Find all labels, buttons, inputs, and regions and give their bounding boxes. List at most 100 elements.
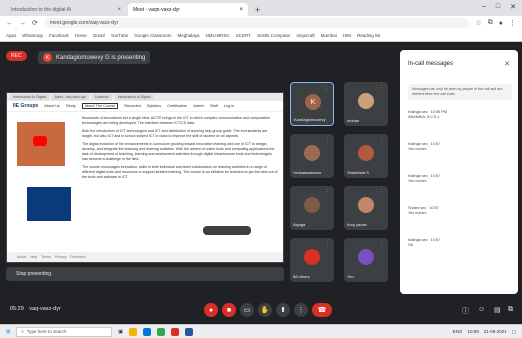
chat-sender: Kalinga sec — [408, 238, 428, 242]
participant-tile[interactable]: ⋮ Venkataramana — [290, 134, 334, 178]
participant-tile[interactable]: ⋮ Shanthala S — [344, 134, 388, 178]
bookmark-item[interactable]: HIM — [343, 33, 351, 38]
people-icon[interactable]: ☺ — [478, 306, 485, 313]
browser-tab-meet[interactable]: Meet - vaqn-vaxz-dyr × — [128, 3, 248, 16]
participant-name: You — [347, 274, 354, 279]
mic-off-icon[interactable]: ● — [204, 303, 218, 317]
more-icon[interactable]: ⋮ — [325, 241, 330, 247]
minimize-button[interactable]: – — [482, 3, 486, 11]
chat-note: Messages can only be seen by people in t… — [408, 84, 512, 100]
participant-tile[interactable]: ⋮ 58 others — [290, 238, 334, 282]
footer-link: Feedback — [70, 255, 86, 259]
bookmark-item[interactable]: SCERT — [236, 33, 251, 38]
bookmark-item[interactable]: Srishti Computer — [257, 33, 291, 38]
meeting-code: vaq-vaxz-dyr — [29, 306, 61, 312]
taskbar-search[interactable]: ⌕ Type here to search — [16, 326, 113, 337]
taskbar-time[interactable]: 10:59 — [467, 329, 478, 335]
bookmark-item[interactable]: Gmail — [93, 33, 105, 38]
presentation-controls[interactable] — [203, 226, 251, 235]
shared-nav-item: Certification — [167, 104, 188, 108]
present-icon[interactable]: ⬆ — [276, 303, 290, 317]
chrome-icon[interactable] — [156, 327, 165, 336]
close-tab-icon[interactable]: × — [117, 7, 121, 13]
reload-icon[interactable]: ⟳ — [32, 19, 38, 27]
close-window-button[interactable]: ✕ — [510, 3, 516, 11]
presenter-banner: K Kandagiomuwevy G is presenting — [38, 51, 151, 64]
more-icon[interactable]: ⋮ — [379, 85, 384, 91]
menu-icon[interactable]: ⋮ — [509, 19, 516, 27]
shared-nav-item: Syllabus — [146, 104, 162, 108]
chat-sender: Kalinga sec — [408, 142, 428, 146]
bookmark-item[interactable]: Home — [75, 33, 87, 38]
shared-nav-item: Admin — [193, 104, 205, 108]
forward-icon[interactable]: → — [19, 20, 26, 27]
more-icon[interactable]: ⋮ — [379, 137, 384, 143]
word-icon[interactable] — [184, 327, 193, 336]
page-paragraph: Both the introduction of ICT technologie… — [82, 129, 268, 138]
notification-icon[interactable]: ▢ — [512, 329, 516, 335]
meeting-clock: 05:29 vaq-vaxz-dyr — [10, 306, 61, 312]
more-icon[interactable]: ⋮ — [379, 189, 384, 195]
chat-time: 10:57 — [430, 142, 441, 146]
bookmark-item[interactable]: ninjacraft — [296, 33, 314, 38]
shared-nav-item: About The Course — [81, 103, 119, 109]
bookmark-item[interactable]: NMU-BRSC — [206, 33, 230, 38]
close-tab-icon[interactable]: × — [239, 7, 243, 13]
bookmark-item[interactable]: Reading list — [357, 33, 381, 38]
bookmark-item[interactable]: YouTube — [111, 33, 129, 38]
avatar — [358, 249, 374, 265]
edge-icon[interactable] — [142, 327, 151, 336]
windows-start-icon[interactable]: ⊞ — [6, 329, 10, 335]
participant-tile[interactable]: K ⋮ Kandagiomuwevy — [290, 82, 334, 126]
participant-name: Kandagiomuwevy — [294, 117, 326, 122]
close-icon[interactable]: ✕ — [504, 60, 510, 68]
participant-tile[interactable]: ⋮ Anuj yadav — [344, 186, 388, 230]
avatar — [358, 93, 374, 109]
participant-tile[interactable]: ⋮ You — [344, 238, 388, 282]
tab-label: Meet - vaqn-vaxz-dyr — [133, 6, 180, 13]
bookmark-item[interactable]: Mumbai — [321, 33, 337, 38]
chat-time: 10:57 — [430, 174, 441, 178]
bookmark-item[interactable]: Facebook — [49, 33, 69, 38]
chat-icon[interactable]: ▤ — [494, 306, 501, 314]
participant-tile[interactable]: ⋮ mohan — [344, 82, 388, 126]
window-controls: – □ ✕ — [482, 3, 516, 11]
app-icon[interactable] — [170, 327, 179, 336]
file-explorer-icon[interactable] — [128, 327, 137, 336]
bookmark-item[interactable]: WhatsApp — [22, 33, 43, 38]
presenting-bar[interactable]: Stop presenting — [6, 267, 284, 281]
bookmark-item[interactable]: Apps — [6, 33, 16, 38]
language-indicator[interactable]: ENG — [453, 329, 463, 335]
activities-icon[interactable]: ⧉ — [508, 306, 513, 314]
browser-tab-intro[interactable]: Introduction to the digital Ai × — [6, 3, 126, 16]
info-icon[interactable]: ⓘ — [462, 306, 469, 316]
star-icon[interactable]: ☆ — [475, 19, 481, 27]
maximize-button[interactable]: □ — [496, 3, 500, 11]
more-icon[interactable]: ⋮ — [379, 241, 384, 247]
bookmark-item[interactable]: Google Classroom — [134, 33, 171, 38]
end-call-button[interactable]: ☎ — [312, 303, 332, 317]
more-icon[interactable]: ⋮ — [324, 86, 329, 92]
new-tab-button[interactable]: + — [250, 4, 265, 16]
extensions-icon[interactable]: ⧉ — [488, 19, 493, 27]
shared-nav-item: Recorded — [124, 104, 141, 108]
address-bar[interactable]: meet.google.com/vaq-vaxz-dyr — [43, 18, 470, 28]
taskbar-date[interactable]: 21-09-2021 — [484, 329, 507, 335]
profile-icon[interactable]: ● — [499, 20, 503, 27]
more-icon[interactable]: ⋮ — [325, 189, 330, 195]
footer-link: Help — [30, 255, 38, 259]
shared-page-footer: About Help Terms Privacy Feedback — [7, 252, 283, 262]
back-icon[interactable]: ← — [6, 20, 13, 27]
shared-browser-tabs: Introduction to Digital Meet - vaq-vaxz-d… — [7, 93, 283, 101]
bookmark-item[interactable]: Meghalaya — [178, 33, 200, 38]
more-icon[interactable]: ⋮ — [325, 137, 330, 143]
search-icon: ⌕ — [21, 329, 24, 334]
more-options-icon[interactable]: ⋮ — [294, 303, 308, 317]
tab-label: Introduction to the digital Ai — [11, 6, 72, 13]
raise-hand-icon[interactable]: ✋ — [258, 303, 272, 317]
participant-tile[interactable]: ⋮ Aiyaga — [290, 186, 334, 230]
camera-off-icon[interactable]: ■ — [222, 303, 236, 317]
task-view-icon[interactable]: ▣ — [118, 329, 123, 335]
captions-icon[interactable]: ▭ — [240, 303, 254, 317]
chat-message: Shalini sec 10:57 Yes ma'am — [408, 206, 439, 216]
